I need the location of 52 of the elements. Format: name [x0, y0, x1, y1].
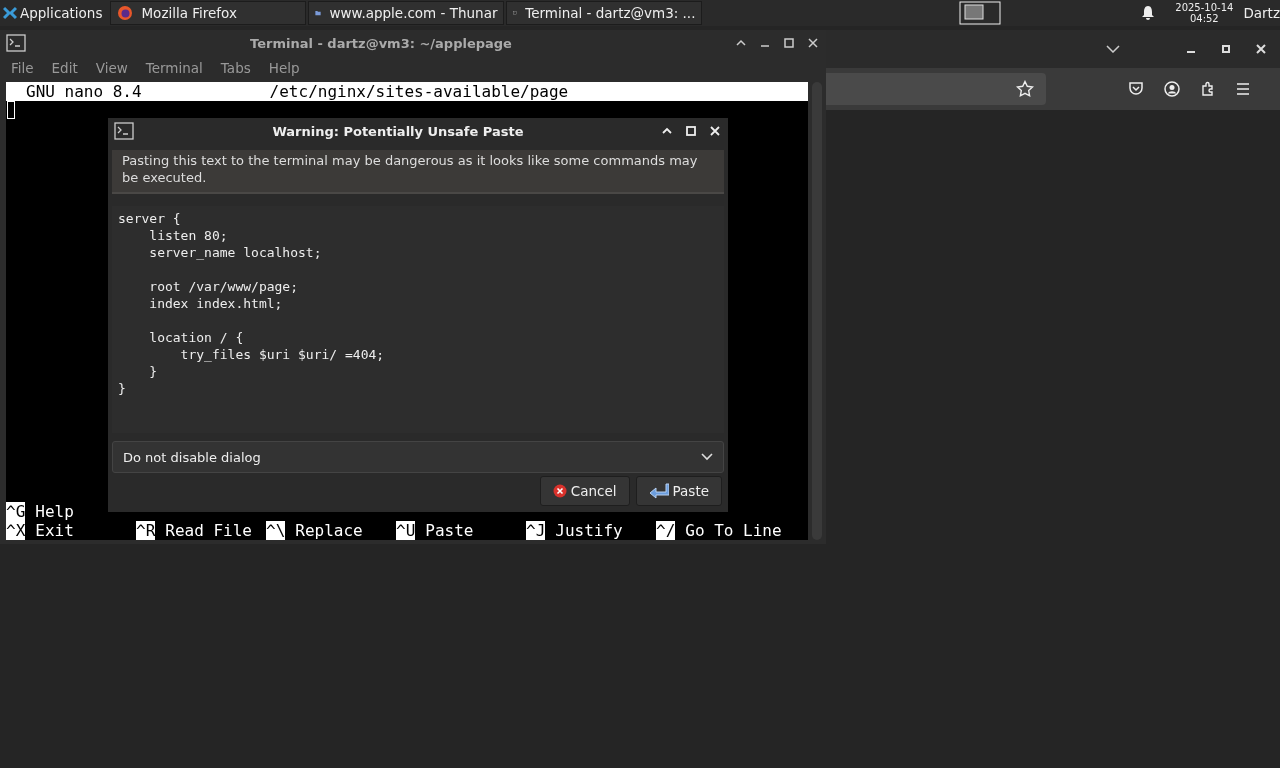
pocket-icon[interactable]	[1128, 81, 1144, 97]
taskbar-button[interactable]: www.apple.com - Thunar	[308, 1, 505, 25]
workspace-switcher-icon[interactable]	[959, 1, 1002, 25]
menu-item[interactable]: Tabs	[220, 60, 251, 76]
bell-icon[interactable]	[1141, 5, 1156, 21]
maximize-icon[interactable]	[784, 38, 794, 48]
shortcut-key: ^/	[656, 521, 676, 540]
file-path: /etc/nginx/sites-available/page	[269, 82, 569, 101]
dialog-title: Warning: Potentially Unsafe Paste	[271, 123, 525, 139]
shortcut-label: Help	[35, 502, 74, 521]
shortcut-label: Replace	[295, 521, 363, 540]
shortcut-key: ^R	[136, 521, 156, 540]
account-icon[interactable]	[1164, 81, 1180, 97]
cancel-icon	[552, 484, 567, 498]
return-arrow-icon	[648, 483, 669, 499]
browser-icon	[117, 5, 134, 21]
menu-item[interactable]: Help	[268, 60, 300, 76]
star-icon[interactable]	[1016, 80, 1034, 98]
chevron-down-icon[interactable]	[1106, 45, 1120, 53]
warning-message: Pasting this text to the terminal may be dangerous as it looks like some commands may be executed.	[112, 150, 724, 194]
shortcut-key: ^X	[6, 521, 26, 540]
clock[interactable]: 2025-10-14 04:52	[1175, 2, 1234, 24]
dropdown[interactable]: Do not disable dialog	[112, 441, 724, 473]
shortcut-key: ^\	[266, 521, 286, 540]
shortcut-label: Go To Line	[685, 521, 782, 540]
shortcut-key: ^U	[396, 521, 416, 540]
editor-version: GNU nano 8.4	[26, 82, 142, 101]
menu-item[interactable]: File	[11, 60, 34, 76]
maximize-icon[interactable]	[1222, 45, 1230, 53]
paste-button[interactable]: Paste	[635, 476, 722, 506]
menu-icon[interactable]	[1236, 83, 1250, 95]
shortcut-label: Read File	[165, 521, 252, 540]
shortcut-label: Paste	[425, 521, 474, 540]
applications-menu[interactable]: Applications	[0, 0, 107, 26]
menu-item[interactable]: View	[95, 60, 128, 76]
taskbar-button[interactable]: Mozilla Firefox	[110, 1, 307, 25]
menu-item[interactable]: Edit	[51, 60, 78, 76]
taskbar-button[interactable]: Terminal - dartz@vm3: ...	[506, 1, 703, 25]
cancel-button[interactable]: Cancel	[539, 476, 630, 506]
logo-icon	[3, 6, 17, 20]
menu-item[interactable]: Terminal	[145, 60, 203, 76]
chevron-down-icon	[701, 453, 713, 461]
close-icon[interactable]	[1256, 44, 1266, 54]
shortcut-key: ^G	[6, 502, 26, 521]
shortcut-key: ^J	[526, 521, 546, 540]
shortcut-label: Justify	[555, 521, 623, 540]
close-icon[interactable]	[808, 38, 818, 48]
puzzle-icon[interactable]	[1200, 81, 1216, 97]
chevron-up-icon[interactable]	[736, 39, 746, 47]
shortcut-label: Exit	[35, 521, 74, 540]
user-name[interactable]: Dartz	[1243, 5, 1280, 21]
window-title: Terminal - dartz@vm3: ~/applepage	[249, 35, 513, 51]
